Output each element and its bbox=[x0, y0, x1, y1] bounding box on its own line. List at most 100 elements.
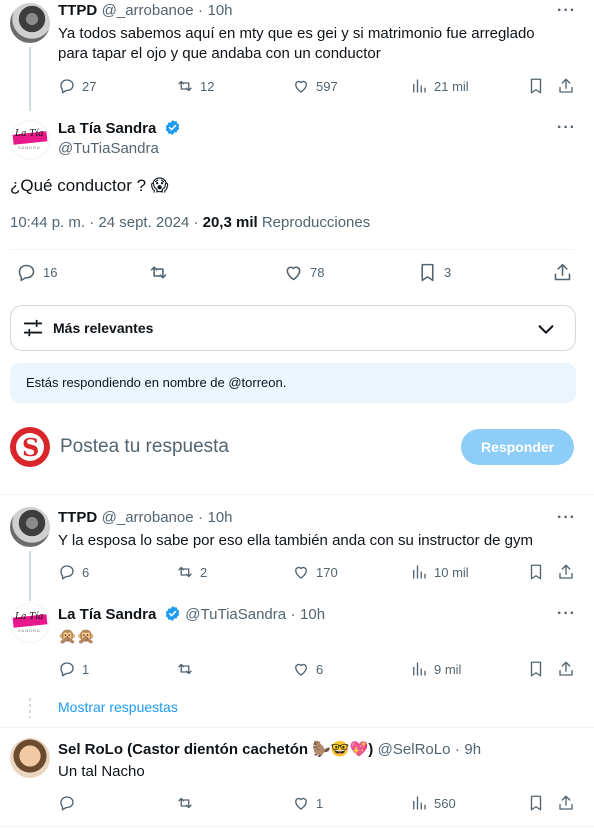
like-count: 597 bbox=[316, 78, 338, 94]
bookmark-button[interactable] bbox=[527, 794, 545, 812]
tweet-time[interactable]: 10h bbox=[300, 606, 325, 623]
logo-subtext: SANDRA bbox=[18, 628, 41, 633]
reply-button[interactable]: 1 bbox=[58, 660, 89, 678]
views-button[interactable]: 560 bbox=[410, 794, 456, 812]
reply-icon bbox=[60, 796, 74, 811]
show-replies-link[interactable]: Mostrar respuestas bbox=[58, 699, 178, 715]
tweet-text: ¿Qué conductor ? 😱 bbox=[10, 176, 169, 195]
author-name[interactable]: Sel RoLo (Castor dientón cachetón 🦫🤓💖) bbox=[58, 741, 373, 758]
repost-icon bbox=[150, 266, 167, 279]
repost-button[interactable] bbox=[176, 660, 194, 678]
verified-icon bbox=[165, 120, 180, 135]
avatar[interactable] bbox=[10, 507, 50, 547]
more-icon[interactable]: ··· bbox=[557, 509, 576, 527]
share-icon bbox=[559, 78, 573, 93]
avatar: S bbox=[10, 427, 50, 467]
more-icon[interactable]: ··· bbox=[557, 2, 576, 20]
like-button[interactable]: 597 bbox=[292, 77, 338, 95]
tweet-text: Ya todos sabemos aquí en mty que es gei … bbox=[58, 25, 535, 62]
bookmark-icon bbox=[530, 661, 542, 677]
reply-button[interactable]: 6 bbox=[58, 563, 89, 581]
tweet-header: TTPD @_arrobanoe · 10h bbox=[58, 2, 233, 20]
author-handle[interactable]: @_arrobanoe bbox=[102, 2, 194, 19]
author-handle[interactable]: @_arrobanoe bbox=[102, 509, 194, 526]
views-label: Reproducciones bbox=[257, 214, 371, 231]
views-icon bbox=[413, 796, 426, 810]
reply-count: 16 bbox=[43, 265, 58, 280]
views-button[interactable]: 9 mil bbox=[410, 660, 461, 678]
reply-button-submit[interactable]: Responder bbox=[461, 429, 574, 465]
like-button[interactable]: 1 bbox=[292, 794, 323, 812]
bookmark-icon bbox=[421, 263, 434, 282]
logo-text: La Tía bbox=[15, 129, 44, 139]
tweet-text: 🙊🙊 bbox=[58, 628, 96, 645]
repost-icon bbox=[178, 566, 192, 578]
share-button[interactable] bbox=[557, 77, 575, 95]
reply-icon bbox=[60, 565, 74, 580]
tweet-meta: 10:44 p. m. · 24 sept. 2024 · 20,3 mil R… bbox=[10, 214, 370, 231]
bookmark-button[interactable] bbox=[527, 77, 545, 95]
like-button[interactable]: 78 bbox=[283, 262, 324, 283]
author-name[interactable]: TTPD bbox=[58, 2, 97, 19]
tweet-time[interactable]: 9h bbox=[464, 741, 481, 758]
avatar[interactable] bbox=[10, 3, 50, 43]
sort-dropdown[interactable]: Más relevantes bbox=[10, 305, 576, 351]
thread-line bbox=[29, 551, 31, 601]
views-button[interactable]: 21 mil bbox=[410, 77, 469, 95]
author-name[interactable]: La Tía Sandra bbox=[58, 120, 156, 137]
author-name[interactable]: TTPD bbox=[58, 509, 97, 526]
tweet-time[interactable]: 10h bbox=[208, 509, 233, 526]
like-count: 1 bbox=[316, 795, 324, 811]
like-button[interactable]: 6 bbox=[292, 660, 323, 678]
avatar[interactable]: La Tía SANDRA bbox=[10, 120, 50, 160]
bookmark-button[interactable] bbox=[527, 660, 545, 678]
share-button[interactable] bbox=[557, 794, 575, 812]
share-button[interactable] bbox=[552, 262, 573, 283]
reply-button[interactable]: 16 bbox=[16, 262, 57, 283]
like-button[interactable]: 170 bbox=[292, 563, 338, 581]
divider bbox=[0, 826, 594, 827]
reply-input[interactable]: Postea tu respuesta bbox=[60, 436, 229, 458]
avatar[interactable]: La Tía SANDRA bbox=[10, 603, 50, 643]
reply-button[interactable]: 27 bbox=[58, 77, 96, 95]
bookmark-button[interactable]: 3 bbox=[417, 262, 451, 283]
author-handle[interactable]: @TuTiaSandra bbox=[58, 140, 159, 157]
author-handle[interactable]: @TuTiaSandra bbox=[185, 606, 286, 623]
share-button[interactable] bbox=[557, 563, 575, 581]
reply-count: 6 bbox=[82, 564, 90, 580]
share-button[interactable] bbox=[557, 660, 575, 678]
notice-text: Estás respondiendo en nombre de @torreon… bbox=[26, 375, 287, 390]
divider bbox=[10, 249, 574, 250]
like-icon bbox=[295, 663, 307, 676]
avatar[interactable] bbox=[10, 738, 50, 778]
views-button[interactable]: 10 mil bbox=[410, 563, 469, 581]
reply-button[interactable] bbox=[58, 794, 76, 812]
bookmark-button[interactable] bbox=[527, 563, 545, 581]
tweet-timestamp[interactable]: 10:44 p. m. · 24 sept. 2024 · bbox=[10, 214, 203, 231]
separator: · bbox=[454, 741, 460, 758]
verified-icon bbox=[165, 606, 180, 621]
chevron-down-icon bbox=[538, 325, 554, 334]
repost-button[interactable]: 12 bbox=[176, 77, 214, 95]
reply-count: 27 bbox=[82, 78, 97, 94]
repost-button[interactable]: 2 bbox=[176, 563, 207, 581]
share-icon bbox=[559, 661, 573, 676]
views-count: 9 mil bbox=[434, 661, 462, 677]
tweet-header: La Tía Sandra @TuTiaSandra · 10h bbox=[58, 605, 325, 624]
like-icon bbox=[295, 566, 307, 579]
repost-button[interactable] bbox=[176, 794, 194, 812]
like-count: 6 bbox=[316, 661, 324, 677]
thread-line bbox=[29, 47, 31, 111]
author-handle[interactable]: @SelRoLo bbox=[378, 741, 451, 758]
divider bbox=[0, 494, 594, 495]
author-name[interactable]: La Tía Sandra bbox=[58, 606, 156, 623]
views-icon bbox=[413, 565, 426, 579]
more-icon[interactable]: ··· bbox=[557, 119, 576, 137]
reply-count: 1 bbox=[82, 661, 90, 677]
share-icon bbox=[559, 795, 573, 810]
repost-button[interactable] bbox=[148, 262, 169, 283]
more-icon[interactable]: ··· bbox=[557, 605, 576, 623]
tweet-time[interactable]: 10h bbox=[208, 2, 233, 19]
bookmark-icon bbox=[530, 795, 542, 811]
sort-label: Más relevantes bbox=[53, 320, 154, 336]
